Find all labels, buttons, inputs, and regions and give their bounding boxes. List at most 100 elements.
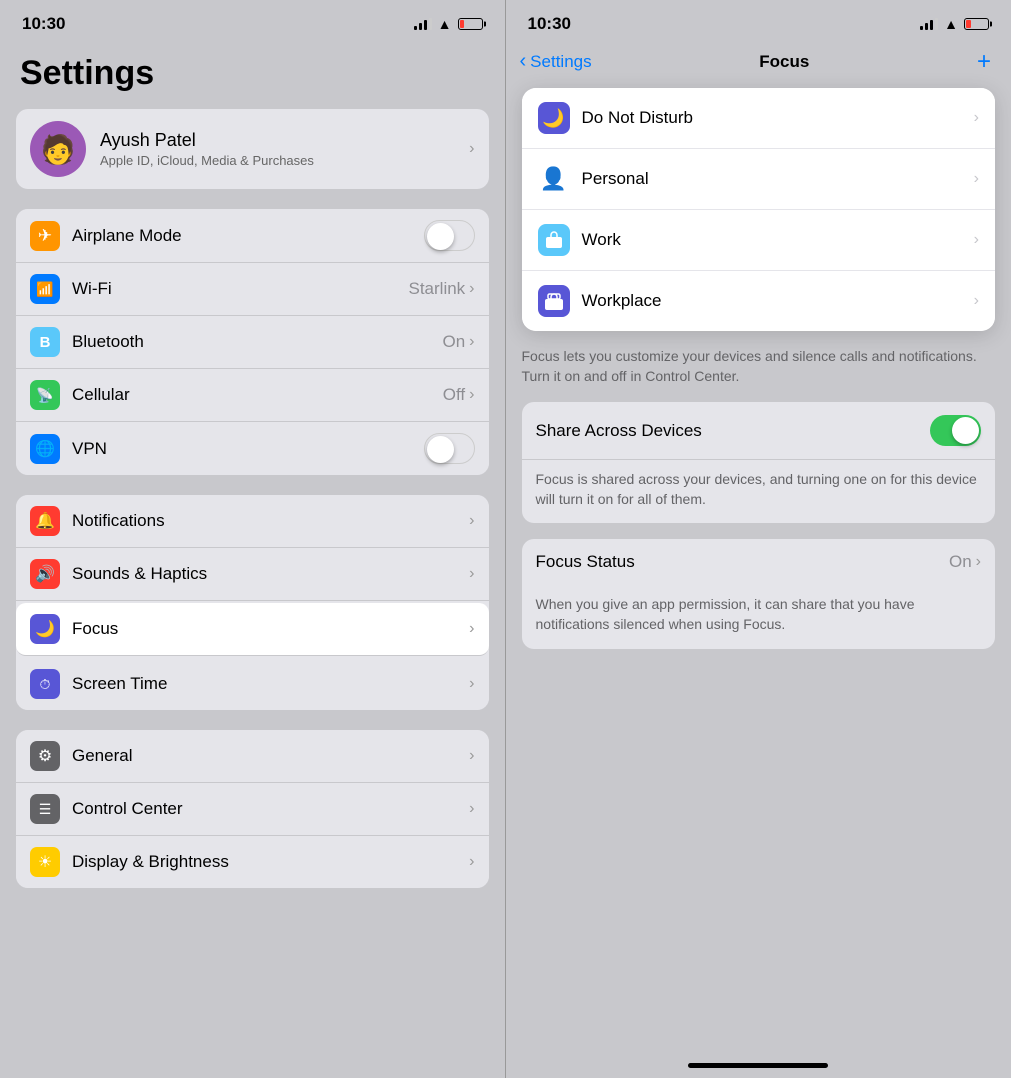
cellular-value: Off: [443, 385, 465, 405]
share-devices-row[interactable]: Share Across Devices: [522, 402, 996, 460]
controlcenter-row[interactable]: ☰ Control Center ›: [16, 783, 489, 836]
wifi-row[interactable]: 📶 Wi-Fi Starlink ›: [16, 263, 489, 316]
controlcenter-label: Control Center: [72, 799, 469, 819]
sounds-chevron: ›: [469, 565, 474, 583]
right-nav: ‹ Settings Focus +: [506, 44, 1011, 88]
controlcenter-icon: ☰: [30, 794, 60, 824]
display-row[interactable]: ☀ Display & Brightness ›: [16, 836, 489, 888]
general-row[interactable]: ⚙ General ›: [16, 730, 489, 783]
workplace-item[interactable]: Workplace ›: [522, 271, 996, 331]
wifi-label: Wi-Fi: [72, 279, 408, 299]
wifi-icon: ▲: [438, 16, 452, 32]
profile-chevron: ›: [469, 140, 474, 158]
battery-icon: [458, 18, 483, 30]
dnd-chevron: ›: [974, 109, 979, 127]
airplane-label: Airplane Mode: [72, 226, 424, 246]
work-item[interactable]: Work ›: [522, 210, 996, 271]
bluetooth-chevron: ›: [469, 333, 474, 351]
dnd-icon: 🌙: [538, 102, 570, 134]
vpn-toggle[interactable]: [424, 433, 475, 464]
wifi-settings-icon: 📶: [30, 274, 60, 304]
personal-item[interactable]: 👤 Personal ›: [522, 149, 996, 210]
workplace-icon: [538, 285, 570, 317]
bluetooth-value: On: [442, 332, 465, 352]
focus-status-label: Focus Status: [536, 552, 949, 572]
bluetooth-icon: B: [30, 327, 60, 357]
profile-info: Ayush Patel Apple ID, iCloud, Media & Pu…: [100, 130, 469, 168]
general-icon: ⚙: [30, 741, 60, 771]
page-title: Focus: [759, 52, 809, 72]
screentime-chevron: ›: [469, 675, 474, 693]
focus-status-row[interactable]: Focus Status On ›: [522, 539, 996, 585]
left-status-bar: 10:30 ▲: [0, 0, 505, 44]
focus-popup: 🌙 Do Not Disturb › 👤 Personal › Work ›: [522, 88, 996, 331]
settings-title: Settings: [0, 54, 505, 109]
left-content: Settings 🧑 Ayush Patel Apple ID, iCloud,…: [0, 44, 505, 908]
work-icon: [538, 224, 570, 256]
add-focus-button[interactable]: +: [977, 48, 991, 76]
general-group: ⚙ General › ☰ Control Center › ☀ Display…: [16, 730, 489, 888]
vpn-label: VPN: [72, 439, 424, 459]
dnd-item[interactable]: 🌙 Do Not Disturb ›: [522, 88, 996, 149]
left-panel: 10:30 ▲ Settings 🧑 Ayush Patel Apple ID,…: [0, 0, 505, 1078]
notifications-row[interactable]: 🔔 Notifications ›: [16, 495, 489, 548]
notifications-chevron: ›: [469, 512, 474, 530]
focus-status-value: On: [949, 552, 972, 572]
display-label: Display & Brightness: [72, 852, 469, 872]
right-status-icons: ▲: [920, 16, 989, 32]
cellular-label: Cellular: [72, 385, 443, 405]
avatar: 🧑: [30, 121, 86, 177]
wifi-chevron: ›: [469, 280, 474, 298]
notifications-group: 🔔 Notifications › 🔊 Sounds & Haptics › 🌙…: [16, 495, 489, 710]
notifications-label: Notifications: [72, 511, 469, 531]
display-chevron: ›: [469, 853, 474, 871]
personal-label: Personal: [582, 169, 974, 189]
notifications-icon: 🔔: [30, 506, 60, 536]
right-time: 10:30: [528, 14, 571, 34]
back-chevron-icon: ‹: [520, 50, 527, 73]
left-time: 10:30: [22, 14, 65, 34]
sounds-icon: 🔊: [30, 559, 60, 589]
workplace-label: Workplace: [582, 291, 974, 311]
right-below-content: Focus lets you customize your devices an…: [506, 331, 1011, 649]
focus-status-card: Focus Status On › When you give an app p…: [522, 539, 996, 648]
personal-chevron: ›: [974, 170, 979, 188]
airplane-row[interactable]: ✈ Airplane Mode: [16, 209, 489, 263]
focus-description: Focus lets you customize your devices an…: [522, 347, 996, 386]
general-label: General: [72, 746, 469, 766]
focus-row[interactable]: 🌙 Focus ›: [16, 603, 489, 656]
home-indicator: [688, 1063, 828, 1068]
profile-row[interactable]: 🧑 Ayush Patel Apple ID, iCloud, Media & …: [16, 109, 489, 189]
cellular-row[interactable]: 📡 Cellular Off ›: [16, 369, 489, 422]
right-wifi-icon: ▲: [944, 16, 958, 32]
airplane-toggle[interactable]: [424, 220, 475, 251]
work-label: Work: [582, 230, 974, 250]
back-label: Settings: [530, 52, 591, 72]
back-button[interactable]: ‹ Settings: [520, 51, 592, 73]
cellular-icon: 📡: [30, 380, 60, 410]
work-chevron: ›: [974, 231, 979, 249]
profile-sub: Apple ID, iCloud, Media & Purchases: [100, 153, 469, 168]
focus-icon: 🌙: [30, 614, 60, 644]
screentime-label: Screen Time: [72, 674, 469, 694]
vpn-row[interactable]: 🌐 VPN: [16, 422, 489, 475]
right-battery-icon: [964, 18, 989, 30]
sounds-row[interactable]: 🔊 Sounds & Haptics ›: [16, 548, 489, 601]
workplace-chevron: ›: [974, 292, 979, 310]
dnd-label: Do Not Disturb: [582, 108, 974, 128]
connectivity-group: ✈ Airplane Mode 📶 Wi-Fi Starlink › B Blu…: [16, 209, 489, 475]
screentime-row[interactable]: ⏱ Screen Time ›: [16, 658, 489, 710]
wifi-value: Starlink: [408, 279, 465, 299]
right-signal-icon: [920, 18, 938, 30]
bluetooth-row[interactable]: B Bluetooth On ›: [16, 316, 489, 369]
airplane-icon: ✈: [30, 221, 60, 251]
screentime-icon: ⏱: [30, 669, 60, 699]
signal-icon: [414, 18, 432, 30]
focus-label: Focus: [72, 619, 469, 639]
share-devices-toggle[interactable]: [930, 415, 981, 446]
sounds-label: Sounds & Haptics: [72, 564, 469, 584]
focus-status-chevron: ›: [976, 553, 981, 571]
cellular-chevron: ›: [469, 386, 474, 404]
right-status-bar: 10:30 ▲: [506, 0, 1011, 44]
share-devices-sub: Focus is shared across your devices, and…: [522, 460, 996, 523]
